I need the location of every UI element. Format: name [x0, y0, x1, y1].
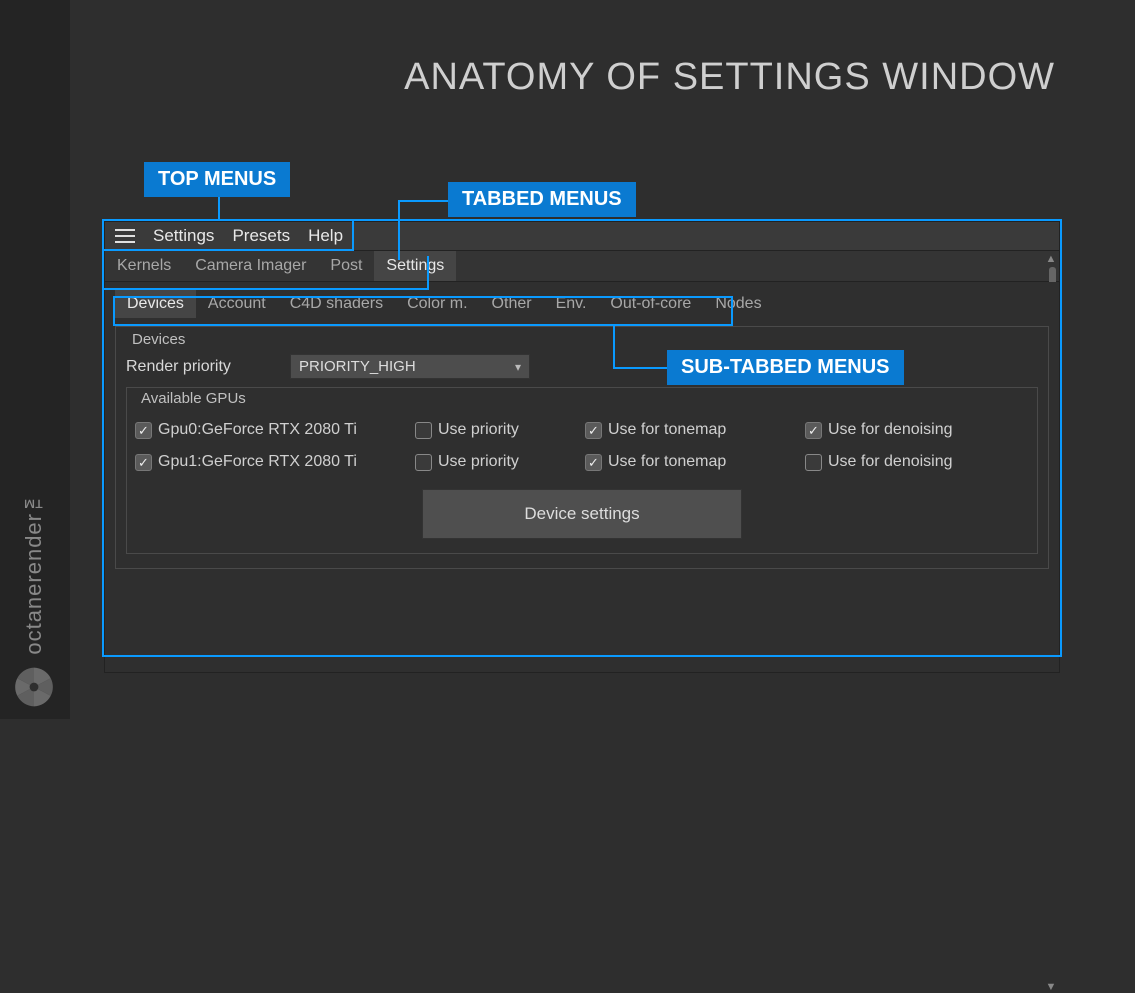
use-priority-label: Use priority [438, 421, 519, 439]
callout-tabbed-menus: TABBED MENUS [448, 182, 636, 217]
use-tonemap-label: Use for tonemap [608, 421, 726, 439]
gpu0-use-denoise-checkbox[interactable]: Use for denoising [805, 421, 1005, 439]
callout-sub-tabbed-menus: SUB-TABBED MENUS [667, 350, 904, 385]
gpu0-use-priority-checkbox[interactable]: Use priority [415, 421, 565, 439]
use-priority-label: Use priority [438, 453, 519, 471]
gpu1-use-priority-checkbox[interactable]: Use priority [415, 453, 565, 471]
checkbox-icon [415, 422, 432, 439]
use-tonemap-label: Use for tonemap [608, 453, 726, 471]
checkbox-icon [415, 454, 432, 471]
tabbar: Kernels Camera Imager Post Settings ▲ ▼ [105, 250, 1059, 282]
lead-line [613, 325, 615, 369]
gpu1-enable-checkbox[interactable]: Gpu1:GeForce RTX 2080 Ti [135, 453, 395, 471]
menu-settings[interactable]: Settings [153, 226, 214, 246]
lead-line [218, 197, 220, 219]
gpu0-use-tonemap-checkbox[interactable]: Use for tonemap [585, 421, 785, 439]
scroll-down-icon[interactable]: ▼ [1045, 981, 1057, 993]
gpu-row-1: Gpu1:GeForce RTX 2080 Ti Use priority Us… [135, 453, 1029, 471]
tab-post[interactable]: Post [318, 251, 374, 281]
subtab-color-m[interactable]: Color m. [395, 290, 479, 318]
hamburger-icon[interactable] [115, 227, 135, 245]
devices-group: Devices Render priority PRIORITY_HIGH ▾ … [115, 326, 1049, 569]
use-denoise-label: Use for denoising [828, 453, 953, 471]
checkbox-icon [585, 422, 602, 439]
settings-window: Settings Presets Help Kernels Camera Ima… [104, 221, 1060, 673]
gpu-row-0: Gpu0:GeForce RTX 2080 Ti Use priority Us… [135, 421, 1029, 439]
device-settings-button[interactable]: Device settings [422, 489, 742, 539]
menu-help[interactable]: Help [308, 226, 343, 246]
subtab-other[interactable]: Other [480, 290, 544, 318]
available-gpus-group: Available GPUs Gpu0:GeForce RTX 2080 Ti … [126, 387, 1038, 554]
gpu1-use-tonemap-checkbox[interactable]: Use for tonemap [585, 453, 785, 471]
subtab-c4d-shaders[interactable]: C4D shaders [278, 290, 395, 318]
panel-body: Devices Account C4D shaders Color m. Oth… [105, 282, 1059, 672]
render-priority-value: PRIORITY_HIGH [299, 358, 416, 375]
tab-settings[interactable]: Settings [374, 251, 456, 281]
checkbox-icon [585, 454, 602, 471]
subtab-out-of-core[interactable]: Out-of-core [598, 290, 703, 318]
checkbox-icon [805, 454, 822, 471]
gpu0-name: Gpu0:GeForce RTX 2080 Ti [158, 421, 357, 439]
render-priority-select[interactable]: PRIORITY_HIGH ▾ [290, 354, 530, 379]
brand-text: octanerender™ [21, 487, 47, 655]
gpu0-enable-checkbox[interactable]: Gpu0:GeForce RTX 2080 Ti [135, 421, 395, 439]
subtab-env[interactable]: Env. [544, 290, 599, 318]
page-title: ANATOMY OF SETTINGS WINDOW [404, 56, 1055, 99]
chevron-down-icon: ▾ [515, 360, 521, 374]
gpu1-use-denoise-checkbox[interactable]: Use for denoising [805, 453, 1005, 471]
brand-logo: octanerender™ [12, 487, 56, 709]
menubar: Settings Presets Help [105, 222, 1059, 250]
checkbox-icon [805, 422, 822, 439]
lead-line [398, 200, 400, 260]
render-priority-label: Render priority [126, 358, 276, 376]
subtab-account[interactable]: Account [196, 290, 278, 318]
fan-icon [12, 665, 56, 709]
available-gpus-title: Available GPUs [141, 390, 1029, 407]
checkbox-icon [135, 454, 152, 471]
lead-line [613, 367, 667, 369]
use-denoise-label: Use for denoising [828, 421, 953, 439]
menu-presets[interactable]: Presets [232, 226, 290, 246]
callout-top-menus: TOP MENUS [144, 162, 290, 197]
subtab-devices[interactable]: Devices [115, 290, 196, 318]
devices-group-title: Devices [132, 331, 1038, 348]
tab-kernels[interactable]: Kernels [105, 251, 183, 281]
lead-line [398, 200, 448, 202]
subtab-bar: Devices Account C4D shaders Color m. Oth… [115, 290, 1049, 318]
subtab-nodes[interactable]: Nodes [703, 290, 773, 318]
tab-camera-imager[interactable]: Camera Imager [183, 251, 318, 281]
gpu1-name: Gpu1:GeForce RTX 2080 Ti [158, 453, 357, 471]
checkbox-icon [135, 422, 152, 439]
scroll-up-icon[interactable]: ▲ [1045, 253, 1057, 265]
